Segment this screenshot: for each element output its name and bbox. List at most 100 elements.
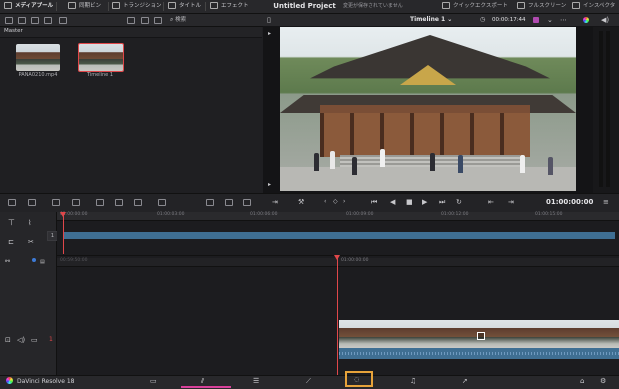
color-wheel-icon[interactable]: [583, 17, 589, 23]
media-page-icon[interactable]: ▭: [150, 377, 157, 385]
grid-view-icon[interactable]: [127, 17, 135, 24]
cut-page-icon: ⫽: [201, 377, 205, 385]
ruler-tick: 01:00:09:00: [346, 212, 374, 217]
stop-icon[interactable]: ■: [406, 198, 413, 206]
skip-end-icon[interactable]: ⏭: [439, 198, 445, 206]
search-field[interactable]: ⌕ 検索: [170, 14, 186, 26]
flag-icon[interactable]: ⇥: [272, 198, 278, 206]
color-flag-icon[interactable]: [533, 17, 539, 23]
new-bin-icon[interactable]: [31, 17, 39, 24]
volume-icon[interactable]: ◀): [601, 16, 609, 24]
tools-icon[interactable]: ⚒: [298, 198, 304, 206]
reverse-icon[interactable]: ◀: [390, 198, 395, 206]
visitor: [352, 157, 357, 175]
place-on-top-icon[interactable]: [96, 199, 104, 206]
inspector-button[interactable]: インスペクタ: [572, 0, 615, 13]
loop-icon[interactable]: ↻: [456, 198, 462, 206]
search-icon: ⌕: [170, 16, 174, 23]
source-overwrite-icon[interactable]: [115, 199, 123, 206]
append-icon[interactable]: [28, 199, 36, 206]
color-page-icon: ◌: [354, 376, 360, 383]
sync-icon[interactable]: [44, 17, 52, 24]
chevron-down-icon[interactable]: ⌄: [547, 16, 553, 24]
fairlight-page-icon[interactable]: ♫: [410, 377, 416, 385]
cut-page-button[interactable]: ⫽: [181, 375, 231, 388]
crop-icon[interactable]: [225, 199, 233, 206]
track-height-icon[interactable]: ⊤: [8, 219, 15, 227]
menu-icon[interactable]: ≡: [603, 198, 609, 206]
timecode-display: 00:00:17:44: [492, 17, 526, 23]
edit-page-icon[interactable]: ☰: [253, 377, 259, 385]
timeline-selector[interactable]: Timeline 1 ⌄: [410, 14, 452, 26]
visitor: [520, 155, 525, 173]
ripple-overwrite-icon[interactable]: [52, 199, 60, 206]
visitor: [314, 153, 319, 171]
shrine-columns: [320, 113, 530, 157]
snap-icon[interactable]: ⌇: [28, 219, 31, 227]
split-icon[interactable]: [134, 199, 142, 206]
panel-collapse-icon[interactable]: ▯: [267, 16, 271, 24]
unsaved-status: 変更が保存されていません: [343, 3, 403, 9]
play-icon[interactable]: ▶: [422, 198, 427, 206]
upper-ruler: 01:00:00:00 01:00:03:00 01:00:06:00 01:0…: [57, 212, 619, 221]
lower-playhead[interactable]: [337, 257, 338, 375]
settings-icon[interactable]: ⚙: [600, 377, 606, 385]
jog-next-icon[interactable]: ›: [343, 198, 345, 206]
visitor: [330, 151, 335, 169]
smart-insert-icon[interactable]: [8, 199, 16, 206]
visitor: [458, 155, 463, 173]
ruler-tick: 01:00:06:00: [250, 212, 278, 217]
quick-export-button[interactable]: クイックエクスポート: [442, 0, 508, 13]
viewer-collapse-icon[interactable]: ▸: [268, 181, 271, 189]
speaker-icon[interactable]: ◁): [17, 336, 25, 344]
color-page-button[interactable]: ◌: [345, 371, 373, 387]
app-name: DaVinci Resolve 18: [17, 378, 75, 385]
fullscreen-button[interactable]: フルスクリーン: [517, 0, 566, 13]
mark-in-icon[interactable]: ⇤: [488, 198, 494, 206]
clip-thumbnail[interactable]: [16, 44, 60, 71]
link-icon[interactable]: ⚯: [5, 258, 10, 266]
bin-header: Master: [0, 27, 262, 38]
razor-icon[interactable]: ✂: [28, 238, 34, 246]
close-up-icon[interactable]: [72, 199, 80, 206]
sort-icon[interactable]: [154, 17, 162, 24]
fusion-page-icon[interactable]: ⟋: [306, 377, 311, 385]
lock-icon[interactable]: ⊡: [5, 336, 11, 344]
jog-prev-icon[interactable]: ‹: [324, 198, 326, 206]
skip-start-icon[interactable]: ⏮: [371, 198, 377, 206]
clip-frame: [339, 320, 396, 348]
deliver-page-icon[interactable]: ➚: [462, 377, 468, 385]
upper-playhead[interactable]: [63, 214, 64, 254]
import-folder-icon[interactable]: [18, 17, 26, 24]
mark-out-icon[interactable]: ⇥: [508, 198, 514, 206]
meter-channel: [606, 31, 610, 187]
ruler-tick: 01:00:12:00: [441, 212, 469, 217]
home-icon[interactable]: ⌂: [580, 377, 584, 385]
monitor-icon[interactable]: ▭: [31, 336, 38, 344]
zoom-icon[interactable]: ⊏: [8, 238, 14, 246]
timeline-name: Timeline 1: [410, 16, 446, 23]
audio-trim-icon[interactable]: [158, 199, 166, 206]
audio-meter: [593, 27, 619, 193]
jog-icon[interactable]: ◇: [333, 198, 338, 206]
thumb-view-icon[interactable]: [141, 17, 149, 24]
upper-track-clip[interactable]: [63, 232, 615, 239]
audio-mixer-icon[interactable]: ▤: [40, 258, 45, 266]
viewer-expand-icon[interactable]: ▸: [268, 30, 271, 38]
dynamic-zoom-icon[interactable]: [243, 199, 251, 206]
list-view-icon[interactable]: [59, 17, 67, 24]
mouse-cursor-icon: [477, 332, 485, 340]
clip-frame: [507, 320, 564, 348]
timeline-label: Timeline 1: [86, 72, 114, 78]
upload-icon: [442, 2, 450, 9]
clip-frame: [395, 320, 452, 348]
options-icon[interactable]: ⋯: [560, 16, 567, 24]
clip-frame: [563, 320, 619, 348]
transform-icon[interactable]: [206, 199, 214, 206]
timeline-thumbnail[interactable]: [78, 43, 124, 72]
ruler-tick: 00:59:50:00: [60, 258, 88, 263]
import-icon[interactable]: [5, 17, 13, 24]
chevron-down-icon: ⌄: [447, 16, 453, 23]
video-clip[interactable]: [339, 320, 619, 348]
audio-clip[interactable]: [339, 348, 619, 359]
